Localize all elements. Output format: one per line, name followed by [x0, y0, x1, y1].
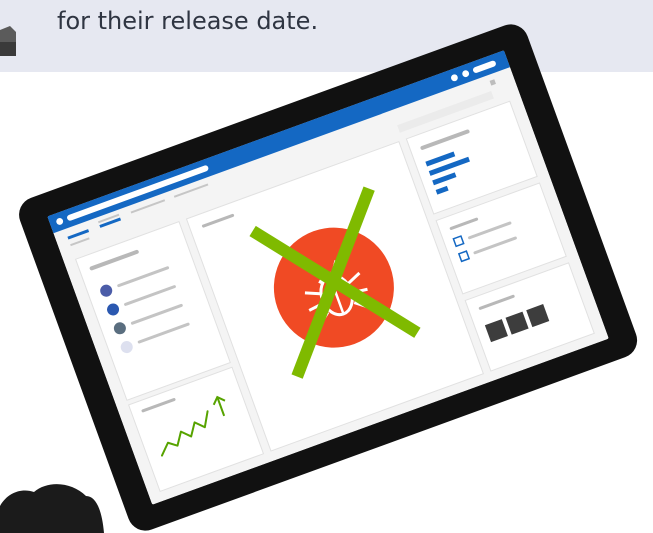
- tablet-device: [19, 24, 638, 531]
- illustration-stage: for their release date.: [0, 0, 653, 533]
- bottom-left-object: [0, 484, 104, 533]
- tablet-illustration: [0, 24, 638, 533]
